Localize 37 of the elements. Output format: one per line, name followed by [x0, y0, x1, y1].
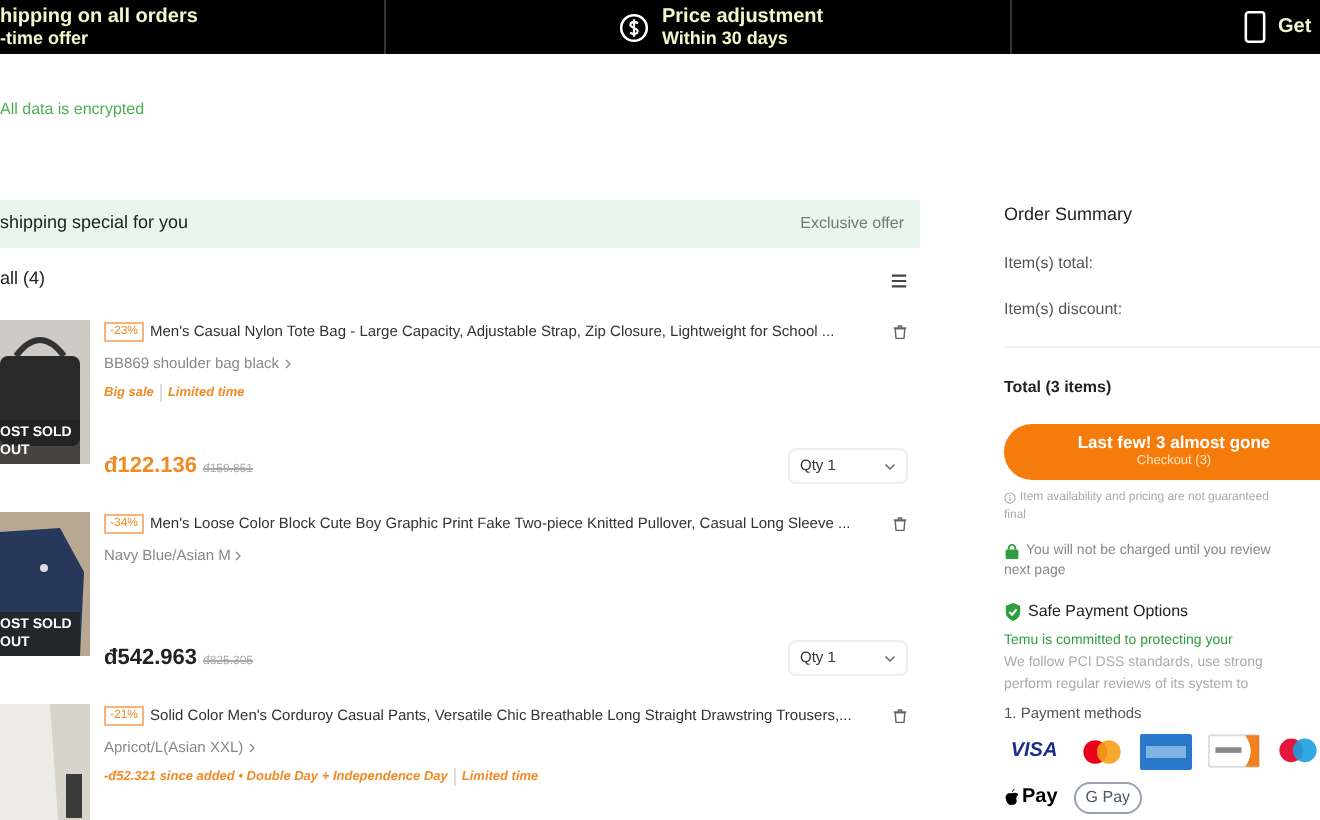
trash-icon[interactable]	[892, 515, 908, 532]
amex-logo	[1140, 733, 1192, 770]
top-bar-subtitle: Within 30 days	[662, 27, 790, 49]
dollar-icon	[618, 11, 650, 43]
top-bar-title: hipping on all orders	[0, 5, 198, 27]
chevron-down-icon	[884, 460, 896, 472]
banner-text: shipping special for you	[0, 210, 189, 237]
chevron-down-icon	[884, 652, 896, 664]
discover-logo	[1208, 734, 1260, 769]
lock-icon	[1004, 542, 1020, 560]
safe-payment-title: Safe Payment Options	[1028, 599, 1189, 623]
price: đ122.136	[104, 451, 197, 482]
chevron-right-icon[interactable]	[283, 357, 292, 370]
mastercard-logo	[1080, 737, 1124, 766]
banner-tag: Exclusive offer	[800, 212, 904, 236]
chevron-right-icon[interactable]	[247, 741, 256, 754]
cart-count: all (4)	[0, 266, 46, 293]
menu-icon[interactable]	[890, 271, 908, 289]
google-pay-logo: G Pay	[1073, 781, 1143, 814]
top-bar-title: Get	[1278, 16, 1312, 38]
total-label: Total (3 items)	[1004, 375, 1114, 399]
chevron-right-icon[interactable]	[234, 549, 243, 562]
apple-pay-logo: Pay	[1004, 782, 1058, 813]
summary-title: Order Summary	[1004, 202, 1135, 228]
top-bar-title: Price adjustment	[662, 5, 824, 27]
price: đ542.963	[104, 643, 197, 674]
encryption-note: All data is encrypted	[0, 100, 145, 118]
shield-icon	[1004, 601, 1022, 621]
top-bar-subtitle: -time offer	[0, 27, 91, 49]
info-icon	[1004, 492, 1016, 504]
summary-row-label: Item(s) total:	[1004, 251, 1095, 275]
visa-logo: VISA	[1008, 738, 1060, 767]
maestro-logo	[1276, 735, 1320, 768]
phone-icon	[1244, 10, 1266, 44]
trash-icon[interactable]	[892, 707, 908, 724]
summary-row-label: Item(s) discount:	[1004, 297, 1125, 321]
trash-icon[interactable]	[892, 323, 908, 340]
